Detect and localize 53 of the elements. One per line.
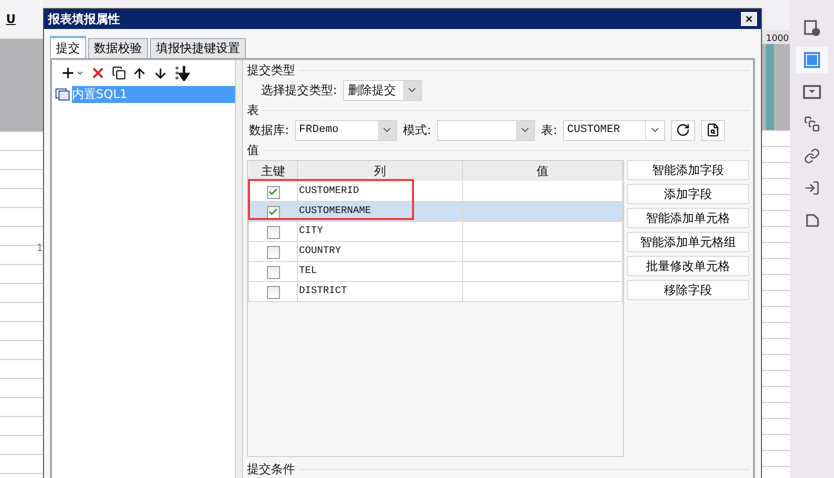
table-row[interactable]: CUSTOMERID (248, 182, 622, 202)
refresh-button[interactable] (671, 120, 696, 140)
section-heading: 提交条件 (247, 460, 295, 478)
checkbox[interactable] (266, 186, 280, 199)
column-header: 列 (298, 161, 462, 182)
column-header: 值 (462, 161, 622, 182)
tab[interactable]: 提交 (50, 36, 86, 58)
move-down-icon[interactable] (153, 66, 168, 80)
table-row[interactable]: COUNTRY (248, 242, 622, 262)
section-heading: 提交类型 (247, 62, 295, 78)
checkbox[interactable] (266, 246, 280, 259)
table-row[interactable]: CUSTOMERNAME (248, 202, 622, 222)
table-row[interactable]: TEL (248, 262, 622, 282)
field-label: 选择提交类型: (261, 82, 338, 98)
close-button[interactable]: × (741, 12, 757, 26)
field-label: 表: (541, 122, 558, 138)
field-button[interactable]: 移除字段 (627, 280, 749, 300)
ruler-label: 1000 (762, 30, 790, 44)
copy-icon[interactable] (112, 66, 126, 80)
tab[interactable]: 数据校验 (88, 38, 148, 58)
table-row[interactable]: DISTRICT (248, 282, 622, 302)
add-icon[interactable] (60, 65, 84, 81)
sql-icon (55, 88, 70, 101)
tab[interactable]: 填报快捷键设置 (150, 38, 246, 58)
sort-down-icon[interactable] (174, 65, 190, 81)
row-number: 1 (36, 243, 43, 254)
section-heading: 值 (247, 142, 259, 158)
field-button[interactable]: 添加字段 (627, 184, 749, 204)
frame-icon[interactable] (796, 47, 828, 73)
field-label: 数据库: (249, 122, 290, 138)
delete-icon[interactable] (90, 65, 106, 81)
checkbox[interactable] (266, 286, 280, 299)
field-button[interactable]: 智能添加单元格组 (627, 232, 749, 252)
checkbox[interactable] (266, 226, 280, 239)
preview-button[interactable] (701, 120, 726, 140)
move-up-icon[interactable] (132, 66, 147, 80)
table-cell: DISTRICT (298, 282, 462, 302)
table-dropdown[interactable]: CUSTOMER (563, 120, 666, 140)
checkbox[interactable] (266, 206, 280, 219)
submit-type-dropdown[interactable]: 删除提交 (343, 80, 422, 100)
column-header: 主键 (248, 161, 298, 182)
underline-tool[interactable]: U (6, 12, 16, 26)
field-button[interactable]: 批量修改单元格 (627, 256, 749, 276)
database-dropdown[interactable]: FRDemo (295, 120, 398, 140)
file-search-icon (706, 123, 720, 137)
section-heading: 表 (247, 102, 259, 118)
table-row[interactable]: CITY (248, 222, 622, 242)
refresh-icon (676, 123, 690, 137)
field-button[interactable]: 智能添加字段 (627, 160, 749, 180)
checkbox[interactable] (266, 266, 280, 279)
window-title: 报表填报属性 (48, 10, 120, 28)
field-button[interactable]: 智能添加单元格 (627, 208, 749, 228)
field-label: 模式: (403, 122, 432, 138)
